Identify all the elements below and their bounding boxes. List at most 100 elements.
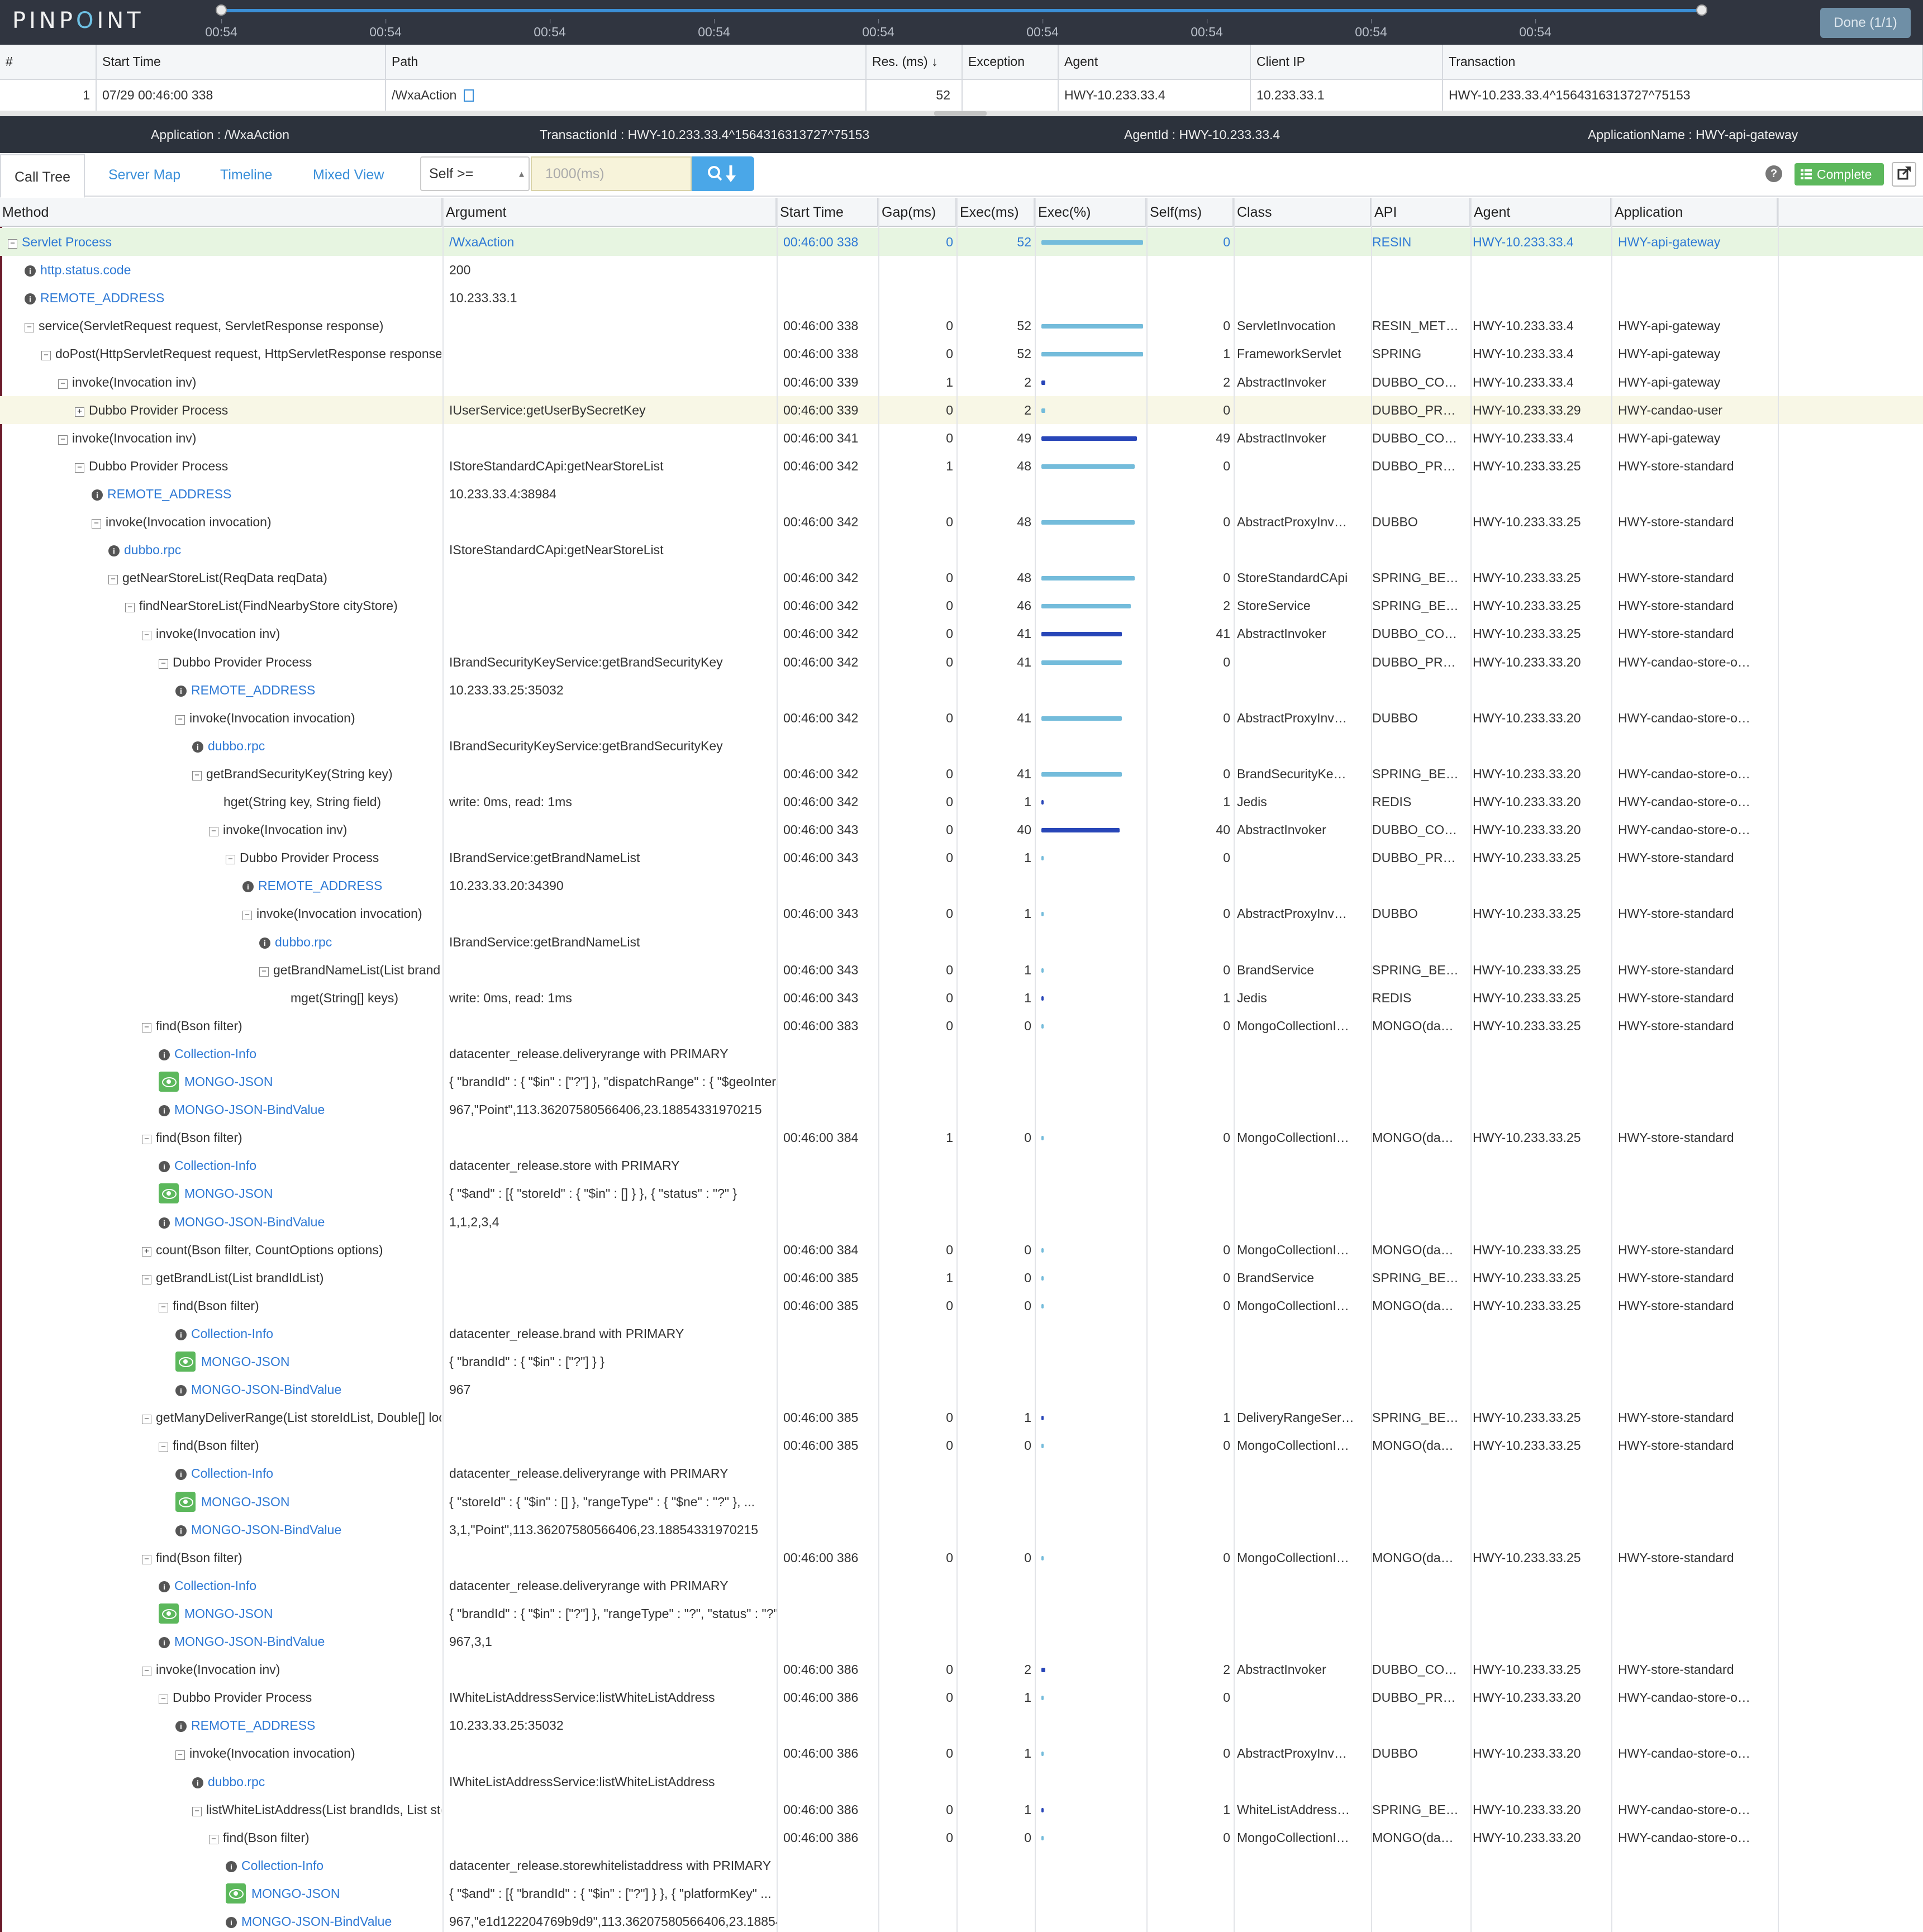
collapse-icon[interactable]: −: [8, 239, 17, 249]
tab-call-tree[interactable]: Call Tree: [0, 154, 85, 198]
threshold-input[interactable]: 1000(ms): [531, 156, 692, 191]
call-tree-row[interactable]: i REMOTE_ADDRESS 10.233.33.25:35032: [0, 676, 1923, 704]
eye-icon[interactable]: [159, 1603, 179, 1624]
call-tree-row[interactable]: i dubbo.rpc IBrandSecurityKeyService:getBr…: [0, 732, 1923, 760]
call-tree-row[interactable]: − find(Bson filter) 00:46:00 384 1 0 0 MongoCo…: [0, 1124, 1923, 1151]
call-tree-row[interactable]: − Dubbo Provider Process IBrandService:get…: [0, 844, 1923, 872]
call-tree-row[interactable]: − Dubbo Provider Process IBrandSecurityKey…: [0, 648, 1923, 676]
call-tree-row[interactable]: − invoke(Invocation inv) 00:46:00 386 0 2 2 Ab…: [0, 1655, 1923, 1683]
call-tree-row[interactable]: − Dubbo Provider Process IStoreStandardCAp…: [0, 452, 1923, 480]
collapse-icon[interactable]: −: [192, 1806, 202, 1816]
call-tree-row[interactable]: + Dubbo Provider Process IUserService:getU…: [0, 396, 1923, 424]
col-application[interactable]: Application: [1612, 198, 1778, 227]
eye-icon[interactable]: [159, 1183, 179, 1204]
call-tree-row[interactable]: i dubbo.rpc IBrandService:getBrandNameList: [0, 928, 1923, 956]
call-tree-row[interactable]: − service(ServletRequest request, Servlet…: [0, 312, 1923, 340]
call-tree-row[interactable]: − find(Bson filter) 00:46:00 383 0 0 0 MongoCo…: [0, 1012, 1923, 1040]
col-transaction[interactable]: Transaction: [1443, 45, 1923, 80]
call-tree-row[interactable]: i Collection-Info datacenter_release.store…: [0, 1852, 1923, 1879]
col-class[interactable]: Class: [1235, 198, 1371, 227]
call-tree-row[interactable]: i MONGO-JSON-BindValue 967: [0, 1376, 1923, 1403]
col-argument[interactable]: Argument: [444, 198, 777, 227]
call-tree-row[interactable]: MONGO-JSON { "brandId" : { "$in" : ["?"] …: [0, 1348, 1923, 1376]
call-tree-row[interactable]: − invoke(Invocation invocation) 00:46:00 3…: [0, 508, 1923, 536]
col-client-ip[interactable]: Client IP: [1250, 45, 1443, 80]
call-tree-row[interactable]: − find(Bson filter) 00:46:00 386 0 0 0 MongoCo…: [0, 1824, 1923, 1852]
col-path[interactable]: Path: [385, 45, 867, 80]
horizontal-scrollbar[interactable]: [0, 111, 1923, 116]
collapse-icon[interactable]: −: [159, 1302, 168, 1312]
call-tree-row[interactable]: i Collection-Info datacenter_release.brand…: [0, 1320, 1923, 1348]
collapse-icon[interactable]: −: [142, 1022, 151, 1032]
collapse-icon[interactable]: −: [75, 463, 84, 473]
call-tree-row[interactable]: i REMOTE_ADDRESS 10.233.33.20:34390: [0, 872, 1923, 900]
collapse-icon[interactable]: −: [175, 1750, 185, 1760]
eye-icon[interactable]: [226, 1883, 246, 1904]
call-tree-row[interactable]: i http.status.code 200: [0, 256, 1923, 284]
eye-icon[interactable]: [159, 1072, 179, 1092]
call-tree-row[interactable]: i MONGO-JSON-BindValue 967,"e1d122204769b9…: [0, 1907, 1923, 1932]
col-res[interactable]: Res. (ms) ↓: [866, 45, 963, 80]
call-tree-row[interactable]: MONGO-JSON { "$and" : [{ "storeId" : { "$…: [0, 1179, 1923, 1207]
call-tree-row[interactable]: i Collection-Info datacenter_release.store…: [0, 1151, 1923, 1179]
collapse-icon[interactable]: −: [58, 435, 68, 445]
collapse-icon[interactable]: −: [142, 1554, 151, 1564]
call-tree-row[interactable]: − find(Bson filter) 00:46:00 385 0 0 0 MongoCo…: [0, 1292, 1923, 1320]
call-tree-row[interactable]: MONGO-JSON { "brandId" : { "$in" : ["?"] …: [0, 1068, 1923, 1096]
call-tree-row[interactable]: + count(Bson filter, CountOptions options…: [0, 1236, 1923, 1264]
tab-server-map[interactable]: Server Map: [108, 153, 180, 197]
collapse-icon[interactable]: −: [159, 1443, 168, 1453]
open-external-button[interactable]: [1892, 162, 1916, 187]
collapse-icon[interactable]: −: [159, 1695, 168, 1705]
call-tree-row[interactable]: i Collection-Info datacenter_release.deliv…: [0, 1040, 1923, 1068]
call-tree-row[interactable]: MONGO-JSON { "storeId" : { "$in" : [] }, …: [0, 1488, 1923, 1516]
col-method[interactable]: Method: [0, 198, 442, 227]
complete-button[interactable]: Complete: [1795, 163, 1884, 185]
col-exception[interactable]: Exception: [962, 45, 1059, 80]
call-tree-row[interactable]: i MONGO-JSON-BindValue 967,3,1: [0, 1628, 1923, 1655]
collapse-icon[interactable]: −: [25, 323, 34, 333]
collapse-icon[interactable]: −: [159, 659, 168, 669]
call-tree-row[interactable]: − invoke(Invocation inv) 00:46:00 341 0 49 49…: [0, 424, 1923, 452]
call-tree-row[interactable]: − invoke(Invocation inv) 00:46:00 343 0 40 40…: [0, 816, 1923, 844]
expand-icon[interactable]: +: [75, 407, 84, 417]
collapse-icon[interactable]: −: [58, 379, 68, 389]
col-start-time[interactable]: Start Time: [778, 198, 878, 227]
tab-mixed-view[interactable]: Mixed View: [313, 153, 384, 197]
help-icon[interactable]: ?: [1765, 165, 1782, 182]
call-tree-row[interactable]: i MONGO-JSON-BindValue 967,"Point",113.362…: [0, 1096, 1923, 1124]
col-exec-percent[interactable]: Exec(%): [1036, 198, 1146, 227]
call-tree-row[interactable]: mget(String[] keys) write: 0ms, read: 1ms…: [0, 984, 1923, 1012]
call-tree-row[interactable]: i REMOTE_ADDRESS 10.233.33.1: [0, 284, 1923, 312]
collapse-icon[interactable]: −: [108, 575, 118, 585]
call-tree-row[interactable]: − find(Bson filter) 00:46:00 386 0 0 0 MongoCo…: [0, 1544, 1923, 1572]
call-tree-row[interactable]: − invoke(Invocation invocation) 00:46:00 3…: [0, 900, 1923, 927]
search-down-button[interactable]: [692, 156, 754, 191]
call-tree-row[interactable]: − getBrandList(List brandIdList) 00:46:00 …: [0, 1264, 1923, 1292]
eye-icon[interactable]: [175, 1352, 196, 1372]
collapse-icon[interactable]: −: [142, 1135, 151, 1145]
call-tree-row[interactable]: − invoke(Invocation inv) 00:46:00 339 1 2 2 Ab…: [0, 368, 1923, 396]
collapse-icon[interactable]: −: [209, 827, 218, 837]
call-tree-row[interactable]: − getNearStoreList(ReqData reqData) 00:46:…: [0, 564, 1923, 592]
call-tree-row[interactable]: − Dubbo Provider Process IWhiteListAddress…: [0, 1683, 1923, 1711]
collapse-icon[interactable]: −: [125, 603, 135, 613]
call-tree-row[interactable]: − findNearStoreList(FindNearbyStore cityS…: [0, 592, 1923, 620]
call-tree-row[interactable]: −getBrandNameList(List brandIds) 00:46:00…: [0, 956, 1923, 984]
call-tree-row[interactable]: hget(String key, String field) write: 0ms…: [0, 788, 1923, 816]
call-tree-row[interactable]: i REMOTE_ADDRESS 10.233.33.25:35032: [0, 1711, 1923, 1739]
col-num[interactable]: #: [0, 45, 97, 80]
expand-icon[interactable]: +: [142, 1246, 151, 1257]
done-button[interactable]: Done (1/1): [1820, 8, 1911, 38]
collapse-icon[interactable]: −: [192, 770, 202, 781]
call-tree-row[interactable]: i Collection-Info datacenter_release.deliv…: [0, 1459, 1923, 1487]
call-tree-row[interactable]: − Servlet Process/WxaAction 00:46:00 338 0 5…: [0, 228, 1923, 256]
call-tree-row[interactable]: MONGO-JSON { "brandId" : { "$in" : ["?"] …: [0, 1600, 1923, 1628]
call-tree-row[interactable]: i MONGO-JSON-BindValue 3,1,"Point",113.362…: [0, 1516, 1923, 1544]
call-tree-row[interactable]: − listWhiteListAddress(List brandIds, Lis…: [0, 1796, 1923, 1824]
call-tree-row[interactable]: − invoke(Invocation inv) 00:46:00 342 0 41 41…: [0, 620, 1923, 648]
collapse-icon[interactable]: −: [92, 519, 101, 529]
collapse-icon[interactable]: −: [142, 631, 151, 641]
call-tree-row[interactable]: − doPost(HttpServletRequest request, Http…: [0, 340, 1923, 368]
call-tree-row[interactable]: i REMOTE_ADDRESS 10.233.33.4:38984: [0, 480, 1923, 508]
